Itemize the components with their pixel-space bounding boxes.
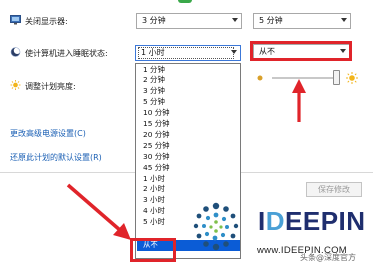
dropdown-option[interactable]: 30 分钟 [137, 152, 240, 163]
dropdown-option[interactable]: 15 分钟 [137, 119, 240, 130]
dropdown-option[interactable]: 25 分钟 [137, 141, 240, 152]
sleep-label: 使计算机进入睡眠状态: [25, 49, 108, 58]
sleep-battery-select[interactable]: 1 小时 [135, 45, 241, 61]
display-off-battery-select[interactable]: 3 分钟 [136, 13, 242, 29]
brightness-label: 调整计划亮度: [25, 82, 76, 91]
display-off-label: 关闭显示器: [25, 17, 68, 26]
footer-divider [241, 172, 373, 173]
brightness-slider-track[interactable] [272, 77, 336, 79]
dropdown-option[interactable]: 3 分钟 [137, 86, 240, 97]
dropdown-option[interactable]: 1 分钟 [137, 65, 240, 76]
sun-icon [10, 80, 21, 90]
display-off-battery-value: 3 分钟 [142, 16, 166, 25]
annotation-highlight-never-option [130, 238, 176, 262]
dropdown-option[interactable]: 1 小时 [137, 174, 240, 185]
dropdown-option[interactable]: 2 小时 [137, 184, 240, 195]
brightness-slider-thumb[interactable] [333, 70, 340, 85]
display-off-plugged-select[interactable]: 5 分钟 [253, 13, 351, 29]
display-off-plugged-value: 5 分钟 [259, 16, 283, 25]
top-accent-strip [178, 0, 192, 3]
logo-prefix: I [258, 206, 266, 236]
bright-sun-icon [346, 72, 358, 84]
logo-highlight: D [265, 206, 286, 236]
dim-sun-icon [257, 75, 263, 81]
advanced-power-settings-link[interactable]: 更改高级电源设置(C) [10, 128, 86, 139]
monitor-icon [10, 15, 21, 25]
restore-defaults-link[interactable]: 还原此计划的默认设置(R) [10, 152, 102, 163]
logo-suffix: EEPIN [285, 206, 366, 236]
dropdown-option[interactable]: 45 分钟 [137, 163, 240, 174]
dropdown-option[interactable]: 2 分钟 [137, 75, 240, 86]
chevron-down-icon [232, 18, 238, 22]
chevron-down-icon [231, 50, 237, 54]
logo-mark-icon [193, 202, 239, 251]
dropdown-option[interactable]: 5 分钟 [137, 97, 240, 108]
chevron-down-icon [341, 18, 347, 22]
save-changes-button[interactable]: 保存修改 [306, 182, 362, 197]
dropdown-option[interactable]: 20 分钟 [137, 130, 240, 141]
brand-logo-text: IDEEPIN [258, 206, 366, 237]
footer-divider [0, 172, 135, 173]
dropdown-option[interactable]: 10 分钟 [137, 108, 240, 119]
focus-ring [138, 47, 234, 59]
moon-icon [10, 47, 21, 57]
annotation-highlight-plugged-sleep [250, 41, 352, 61]
watermark: 头条@深度官方 [300, 253, 356, 262]
